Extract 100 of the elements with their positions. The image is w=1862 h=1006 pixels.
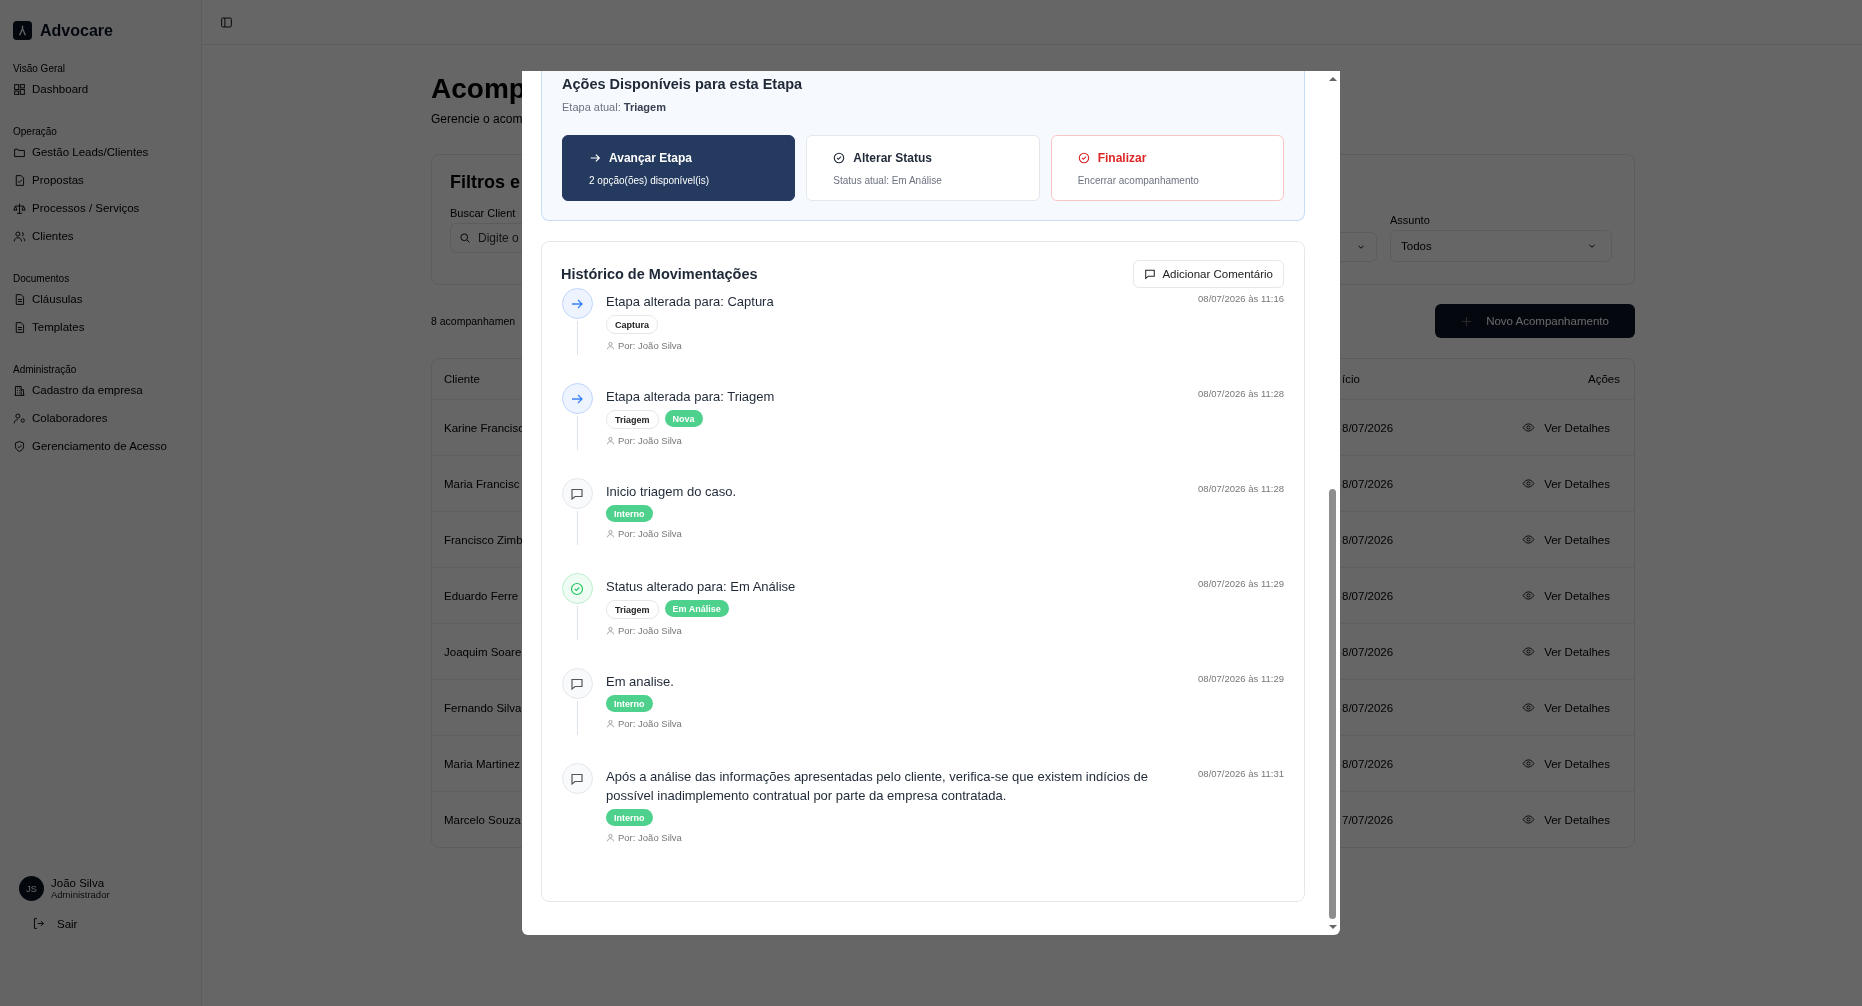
event-author: Por: João Silva — [618, 528, 682, 539]
table-cell: 8/07/2026 — [1342, 645, 1394, 658]
nav-item[interactable]: Cláusulas — [13, 285, 83, 313]
search-label: Buscar Client — [450, 207, 517, 219]
eye-icon — [1522, 813, 1536, 826]
building-icon — [13, 383, 26, 397]
action-button[interactable]: Avançar Etapa 2 opção(ões) disponível(is) — [562, 135, 796, 201]
event-title: Status alterado para: Em Análise — [606, 578, 796, 596]
page-title: Acomp — [431, 72, 526, 106]
eye-icon — [1522, 645, 1536, 658]
sidebar-toggle-icon[interactable] — [220, 15, 233, 29]
event-date: 08/07/2026 às 11:28 — [1198, 387, 1284, 401]
event-title: Etapa alterada para: Captura — [606, 293, 774, 311]
event-title: Etapa alterada para: Triagem — [606, 388, 775, 406]
eye-icon — [1522, 477, 1536, 490]
scrollbar-thumb[interactable] — [1329, 489, 1336, 919]
table-cell: 8/07/2026 — [1342, 533, 1394, 546]
user-avatar: JS — [19, 876, 44, 901]
nav-item[interactable]: Gerenciamento de Acesso — [13, 432, 167, 460]
nav-item[interactable]: Processos / Serviços — [13, 194, 140, 222]
user-name: João Silva — [51, 877, 106, 889]
view-details-link[interactable]: Ver Detalhes — [1522, 421, 1610, 434]
users-icon — [13, 229, 26, 243]
user-icon — [606, 341, 615, 350]
nav-item[interactable]: Dashboard — [13, 75, 89, 103]
action-button[interactable]: Alterar Status Status atual: Em Análise — [806, 135, 1040, 201]
result-count: 8 acompanhamen — [431, 315, 516, 327]
chat-icon — [561, 763, 593, 794]
event-date: 08/07/2026 às 11:29 — [1198, 577, 1284, 591]
event-date: 08/07/2026 às 11:28 — [1198, 482, 1284, 496]
tag: Nova — [664, 410, 703, 427]
nav-item[interactable]: Propostas — [13, 166, 84, 194]
tag: Triagem — [606, 410, 659, 429]
section-title: Operação — [13, 126, 57, 138]
eye-icon — [1522, 701, 1536, 714]
brand-name: Advocare — [40, 21, 113, 40]
event-author: Por: João Silva — [618, 435, 682, 446]
view-details-link[interactable]: Ver Detalhes — [1522, 701, 1610, 714]
event-title: Inicio triagem do caso. — [606, 483, 737, 501]
filters-title: Filtros e — [450, 171, 521, 193]
tag: Interno — [606, 809, 653, 826]
search-icon — [459, 232, 471, 244]
tag: Interno — [606, 695, 653, 712]
nav-item[interactable]: Gestão Leads/Clientes — [13, 138, 149, 166]
nav-item[interactable]: Colaboradores — [13, 404, 108, 432]
scroll-up-icon[interactable] — [1327, 75, 1338, 83]
shield-icon — [13, 439, 26, 453]
section-title: Administração — [13, 364, 77, 376]
table-cell: 8/07/2026 — [1342, 701, 1394, 714]
eye-icon — [1522, 533, 1536, 546]
event-date: 08/07/2026 às 11:31 — [1198, 767, 1284, 781]
view-details-link[interactable]: Ver Detalhes — [1522, 589, 1610, 602]
view-details-link[interactable]: Ver Detalhes — [1522, 477, 1610, 490]
eye-icon — [1522, 589, 1536, 602]
tag: Em Análise — [664, 600, 729, 617]
table-cell-text: Joaquim Soare — [443, 645, 522, 658]
history-title: Histórico de Movimentações — [561, 266, 758, 282]
check-icon — [561, 573, 593, 604]
tag: Triagem — [606, 600, 659, 619]
logo-icon — [13, 21, 32, 40]
event-title: Em analise. — [606, 673, 674, 691]
check-circle-icon — [833, 151, 846, 164]
file-icon — [13, 292, 26, 306]
eye-icon — [1522, 757, 1536, 770]
current-stage: Etapa atual: Triagem — [562, 101, 667, 113]
view-details-link[interactable]: Ver Detalhes — [1522, 645, 1610, 658]
chat-icon — [561, 668, 593, 699]
new-button[interactable]: Novo Acompanhamento — [1435, 304, 1635, 338]
arrow-right-icon — [589, 151, 601, 164]
view-details-link[interactable]: Ver Detalhes — [1522, 533, 1610, 546]
tag: Captura — [606, 315, 658, 334]
view-details-link[interactable]: Ver Detalhes — [1522, 813, 1610, 826]
add-comment-button[interactable]: Adicionar Comentário — [1133, 260, 1284, 288]
tag: Interno — [606, 505, 653, 522]
filecheck-icon — [13, 173, 26, 187]
table-cell: 8/07/2026 — [1342, 477, 1394, 490]
user-icon — [606, 719, 615, 728]
view-details-link[interactable]: Ver Detalhes — [1522, 757, 1610, 770]
table-cell-text: Marcelo Souza — [443, 813, 522, 826]
subject-select[interactable]: Todos — [1390, 230, 1612, 262]
scroll-down-icon[interactable] — [1327, 923, 1338, 931]
column-header: ício — [1342, 373, 1360, 385]
chat-icon — [1144, 268, 1157, 280]
actions-title: Ações Disponíveis para esta Etapa — [562, 75, 804, 92]
event-title: Após a análise das informações apresentadas pelo cliente, verifica-se que existem indícios de possível inadimplemento contratual por parte da empresa contratada. — [606, 768, 1149, 805]
page-subtitle: Gerencie o acom — [431, 112, 523, 126]
event-author: Por: João Silva — [618, 832, 682, 843]
user-icon — [606, 436, 615, 445]
table-cell-text: Eduardo Ferre — [443, 589, 520, 602]
plus-icon — [1461, 315, 1473, 327]
nav-item[interactable]: Templates — [13, 313, 85, 341]
action-button[interactable]: Finalizar Encerrar acompanhamento — [1050, 135, 1284, 201]
check-circle-icon — [1077, 151, 1090, 164]
table-cell: 8/07/2026 — [1342, 589, 1394, 602]
logout-link[interactable]: Sair — [0, 901, 110, 930]
user-role: Administrador — [51, 889, 110, 900]
event-date: 08/07/2026 às 11:16 — [1198, 292, 1284, 306]
file-icon — [13, 320, 26, 334]
nav-item[interactable]: Cadastro da empresa — [13, 376, 143, 404]
nav-item[interactable]: Clientes — [13, 222, 74, 250]
